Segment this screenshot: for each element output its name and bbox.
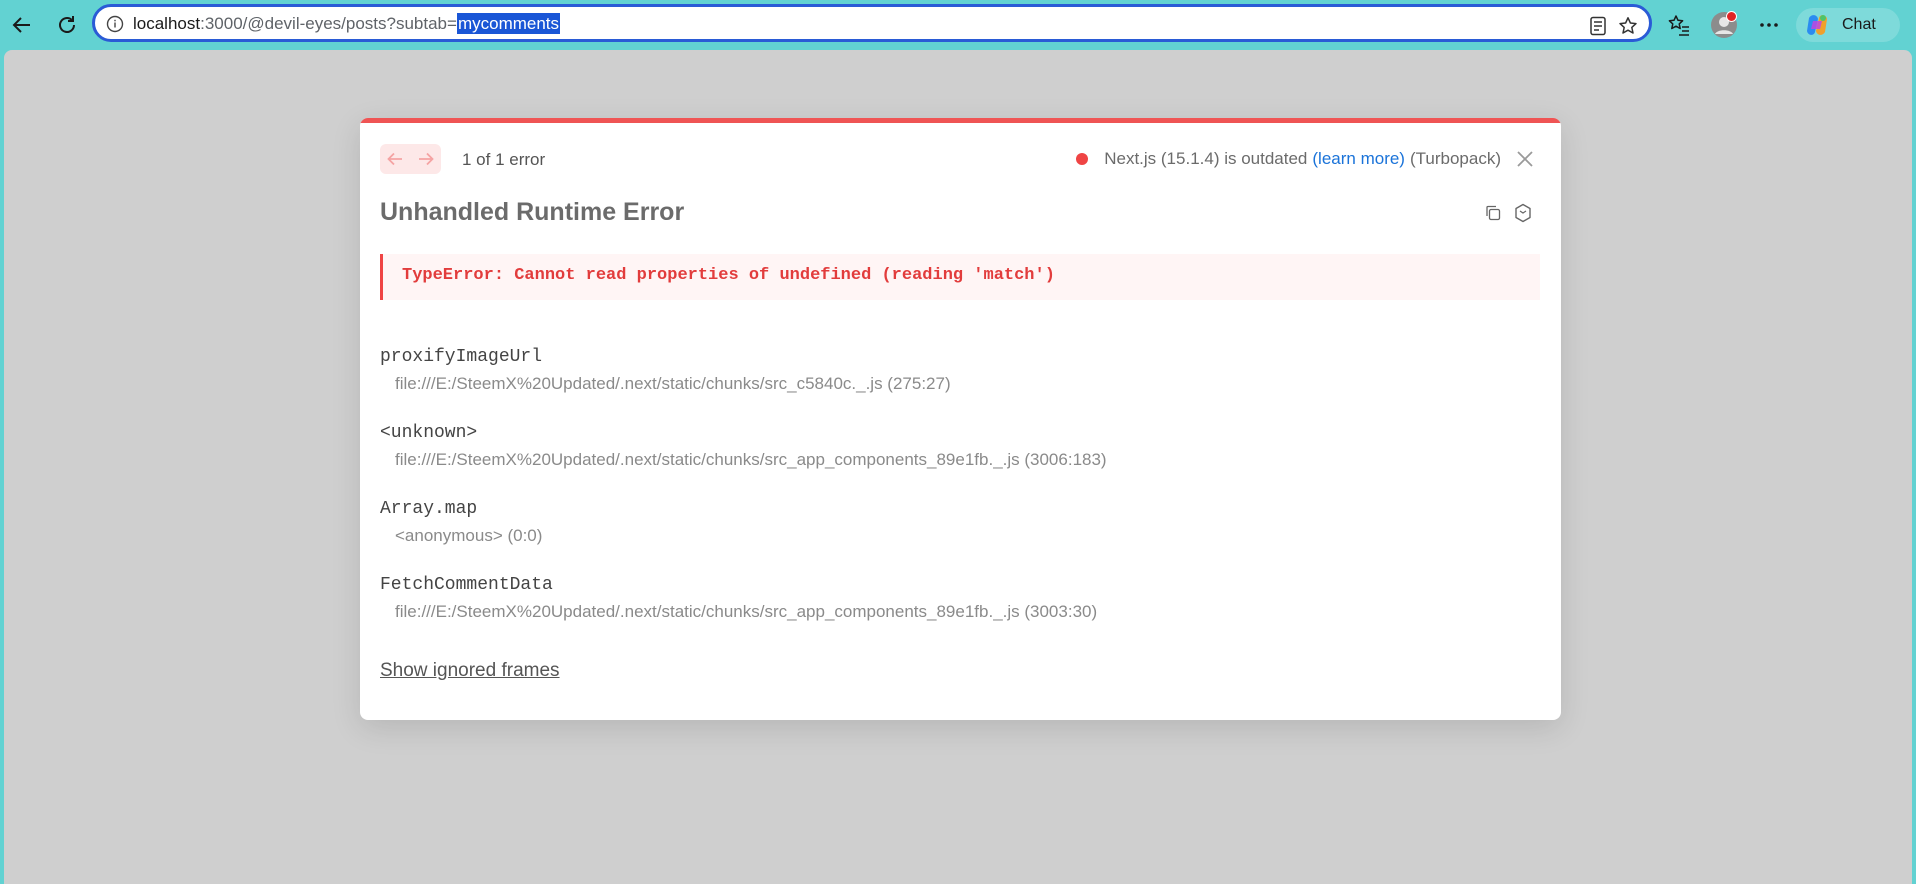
stack-frame[interactable]: FetchCommentData file:///E:/SteemX%20Upd… [380, 574, 1097, 622]
frame-location: file:///E:/SteemX%20Updated/.next/static… [395, 374, 951, 393]
frame-location: file:///E:/SteemX%20Updated/.next/static… [395, 450, 1107, 469]
stack-frame[interactable]: <unknown> file:///E:/SteemX%20Updated/.n… [380, 422, 1107, 470]
frame-function: Array.map [380, 499, 478, 519]
site-info-button[interactable] [105, 14, 125, 34]
version-info: Next.js (15.1.4) is outdated (learn more… [1076, 149, 1501, 169]
notification-dot [1726, 11, 1737, 22]
favorites-list-icon [1668, 15, 1689, 36]
nodejs-inspector-button[interactable] [1512, 202, 1534, 224]
error-overlay-dialog: 1 of 1 error Next.js (15.1.4) is outdate… [360, 118, 1561, 720]
error-message: TypeError: Cannot read properties of und… [402, 266, 1055, 285]
frame-function: FetchCommentData [380, 575, 553, 595]
favorite-star-icon [1619, 17, 1637, 34]
previous-error-button[interactable] [382, 146, 408, 172]
page-content: 1 of 1 error Next.js (15.1.4) is outdate… [4, 50, 1912, 884]
arrow-left-icon [387, 152, 403, 166]
frame-function: <unknown> [380, 423, 478, 443]
outdated-status-dot [1076, 153, 1089, 165]
close-icon [1517, 151, 1533, 167]
refresh-icon [59, 16, 75, 33]
arrow-right-icon [418, 152, 434, 166]
more-menu-icon [1760, 23, 1778, 27]
profile-avatar-icon [1710, 11, 1738, 39]
copilot-chat-button[interactable]: Chat [1796, 8, 1900, 42]
info-icon [106, 15, 124, 33]
error-count: 1 of 1 error [462, 150, 546, 169]
profile-button[interactable] [1707, 8, 1741, 42]
frame-function: proxifyImageUrl [380, 347, 543, 367]
copy-error-button[interactable] [1482, 202, 1504, 224]
favorites-button[interactable] [1662, 8, 1696, 42]
error-pagination [380, 144, 441, 174]
reader-mode-icon [1590, 16, 1606, 36]
nodejs-icon [1515, 203, 1531, 223]
back-arrow-icon [12, 17, 30, 33]
url-text[interactable]: localhost:3000/@devil-eyes/posts?subtab=… [133, 13, 561, 34]
stack-frame[interactable]: proxifyImageUrl file:///E:/SteemX%20Upda… [380, 346, 951, 394]
url-selected-text: mycomments [456, 13, 561, 34]
next-error-button[interactable] [413, 146, 439, 172]
error-title: Unhandled Runtime Error [380, 198, 685, 226]
frame-location: <anonymous> (0:0) [395, 526, 543, 545]
learn-more-link[interactable]: (learn more) [1312, 149, 1405, 169]
url-host: localhost [133, 14, 201, 33]
browser-toolbar: localhost:3000/@devil-eyes/posts?subtab=… [0, 0, 1916, 50]
bundler-label: (Turbopack) [1409, 149, 1501, 168]
back-button[interactable] [5, 8, 39, 42]
refresh-button[interactable] [50, 8, 84, 42]
version-text: Next.js (15.1.4) is outdated [1104, 149, 1308, 168]
copy-icon [1486, 205, 1501, 221]
more-menu-button[interactable] [1752, 8, 1786, 42]
show-ignored-frames-button[interactable]: Show ignored frames [380, 660, 560, 682]
favorite-button[interactable] [1617, 15, 1639, 37]
chat-label: Chat [1842, 16, 1876, 33]
reader-mode-button[interactable] [1587, 15, 1609, 37]
frame-location: file:///E:/SteemX%20Updated/.next/static… [395, 602, 1098, 621]
error-top-bar [360, 118, 1561, 123]
address-bar[interactable]: localhost:3000/@devil-eyes/posts?subtab=… [92, 4, 1652, 42]
copilot-icon [1807, 15, 1827, 35]
close-button[interactable] [1513, 147, 1537, 171]
stack-frame[interactable]: Array.map <anonymous> (0:0) [380, 498, 542, 546]
url-path: :3000/@devil-eyes/posts?subtab= [200, 14, 457, 33]
error-message-box: TypeError: Cannot read properties of und… [380, 254, 1540, 300]
